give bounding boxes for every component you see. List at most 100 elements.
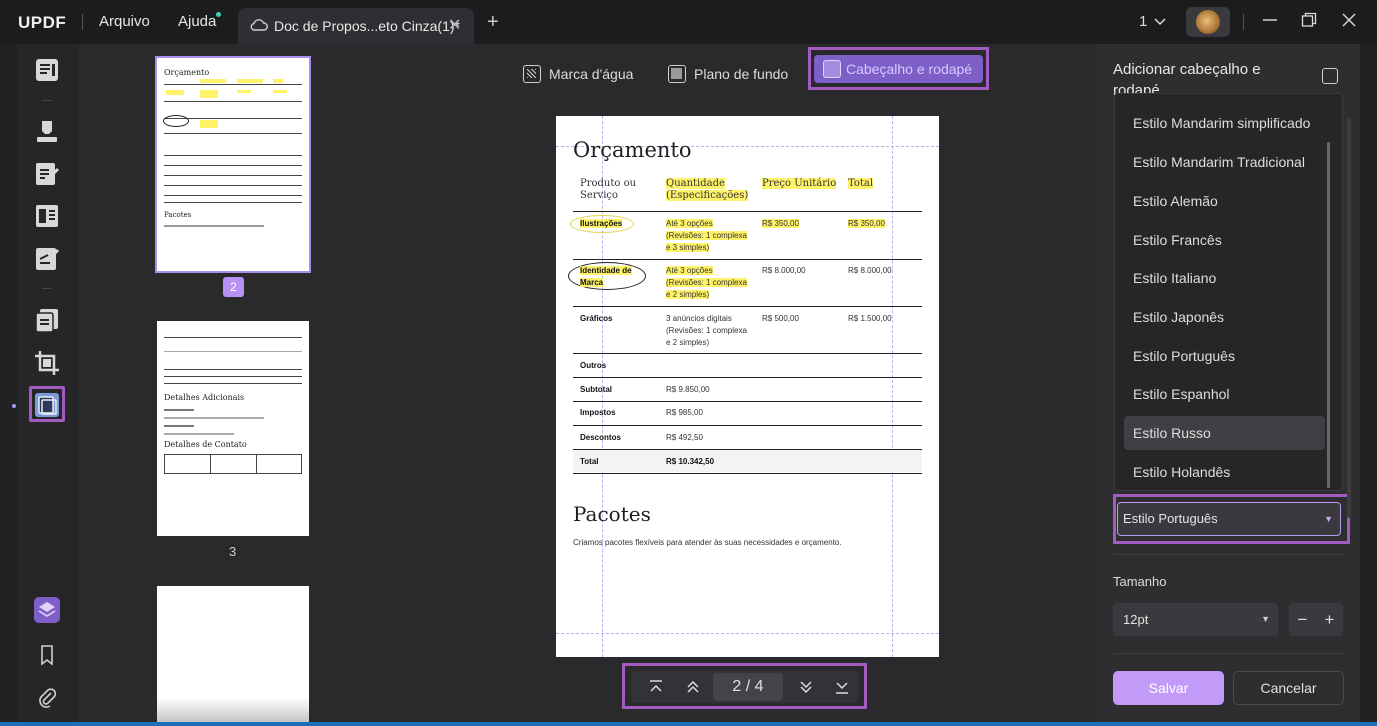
dropdown-option[interactable]: Estilo Mandarim simplificado: [1115, 106, 1329, 140]
next-page-icon[interactable]: [795, 677, 817, 697]
minimize-icon[interactable]: [1262, 12, 1278, 33]
first-page-icon[interactable]: [645, 677, 667, 697]
page-thumbnail-2[interactable]: Orçamento Pacotes: [155, 56, 311, 273]
table-cell: Gráficos: [580, 314, 613, 323]
thumb3-heading: Detalhes Adicionais: [164, 393, 245, 402]
caret-down-icon: ▼: [1324, 514, 1333, 524]
layers-icon[interactable]: [33, 596, 61, 624]
dropdown-option[interactable]: Estilo Português: [1115, 339, 1329, 373]
restore-icon[interactable]: [1301, 12, 1317, 33]
cloud-icon: [250, 17, 268, 38]
table-cell: R$ 1.500,00: [848, 314, 892, 323]
panel-scrollbar[interactable]: [1347, 118, 1351, 518]
page-tools-icon[interactable]: [33, 391, 61, 419]
last-page-icon[interactable]: [831, 677, 853, 697]
page-thumbnail-3[interactable]: Detalhes Adicionais Detalhes de Contato: [157, 321, 309, 536]
dropdown-scrollbar[interactable]: [1327, 142, 1330, 488]
watermark-icon: [523, 65, 541, 83]
style-dropdown-list: Estilo Mandarim simplificado Estilo Mand…: [1114, 93, 1343, 491]
page-separator: /: [745, 678, 751, 695]
sign-icon[interactable]: [33, 245, 61, 273]
save-button[interactable]: Salvar: [1113, 671, 1224, 705]
notification-dot: [216, 12, 221, 17]
tab-title: Doc de Propos...eto Cinza(1)*: [274, 18, 460, 34]
table-cell: Até 3 opções (Revisões: 1 complexa e 3 sim…: [666, 219, 747, 252]
increase-size-button[interactable]: +: [1316, 603, 1343, 636]
current-page-badge: 2: [223, 277, 244, 297]
reader-icon[interactable]: [33, 56, 61, 84]
table-divider: [573, 377, 922, 378]
divider: [82, 14, 83, 30]
summary-value: R$ 9.850,00: [666, 385, 710, 394]
previous-page-icon[interactable]: [682, 677, 704, 697]
close-tab-icon[interactable]: ✕: [448, 15, 461, 35]
current-page-number: 2: [732, 678, 742, 695]
thumb-subtitle: Pacotes: [164, 211, 192, 219]
size-stepper: − +: [1289, 603, 1343, 636]
summary-label: Impostos: [580, 408, 616, 417]
page-selector[interactable]: 1: [1139, 13, 1147, 30]
summary-value: R$ 492,50: [666, 433, 703, 442]
size-select[interactable]: 12pt ▼: [1113, 603, 1278, 636]
table-divider: [573, 425, 922, 426]
header-footer-label: Cabeçalho e rodapé: [846, 61, 973, 77]
highlighter-icon[interactable]: [33, 117, 61, 145]
menu-arquivo[interactable]: Arquivo: [99, 13, 150, 30]
chevron-down-icon[interactable]: [1154, 14, 1166, 32]
organize-pages-icon[interactable]: [33, 306, 61, 334]
close-window-icon[interactable]: [1341, 12, 1357, 33]
header-total: Total: [848, 178, 874, 189]
watermark-button[interactable]: Marca d'água: [523, 60, 633, 88]
summary-label: Outros: [580, 361, 607, 370]
divider: [1113, 653, 1344, 654]
active-indicator-dot: [12, 404, 16, 408]
dropdown-option[interactable]: Estilo Francês: [1115, 223, 1329, 257]
divider: [42, 100, 52, 101]
crop-icon[interactable]: [33, 349, 61, 377]
dropdown-option[interactable]: Estilo Japonês: [1115, 300, 1329, 334]
table-divider: [573, 259, 922, 260]
dropdown-option[interactable]: Estilo Holandês: [1115, 455, 1329, 489]
dropdown-option[interactable]: Estilo Espanhol: [1115, 377, 1329, 411]
edit-pdf-icon[interactable]: [33, 160, 61, 188]
header-quantity: Quantidade (Especificações): [666, 178, 749, 201]
table-cell: R$ 8.000,00: [762, 266, 806, 275]
section-text: Criamos pacotes flexíveis para atender à…: [573, 538, 842, 547]
table-cell: R$ 500,00: [762, 314, 799, 323]
background-button[interactable]: Plano de fundo: [668, 60, 788, 88]
form-icon[interactable]: [33, 202, 61, 230]
header-footer-button[interactable]: Cabeçalho e rodapé: [814, 55, 983, 83]
background-icon: [668, 65, 686, 83]
attachment-icon[interactable]: [33, 684, 61, 712]
document-tab[interactable]: Doc de Propos...eto Cinza(1)* ✕: [238, 8, 474, 44]
decrease-size-button[interactable]: −: [1289, 603, 1316, 636]
dropdown-option[interactable]: Estilo Alemão: [1115, 184, 1329, 218]
dropdown-option[interactable]: Estilo Mandarim Tradicional: [1115, 145, 1329, 179]
divider: [42, 288, 52, 289]
style-select[interactable]: Estilo Português ▼: [1117, 502, 1341, 536]
avatar[interactable]: [1186, 7, 1230, 37]
header-footer-panel: Adicionar cabeçalho e rodapé Estilo Mand…: [1096, 44, 1360, 726]
table-cell: R$ 8.000,00: [848, 266, 892, 275]
watermark-label: Marca d'água: [549, 66, 634, 82]
size-value: 12pt: [1123, 612, 1149, 627]
expand-panel-icon[interactable]: [1322, 68, 1338, 84]
bookmark-icon[interactable]: [33, 641, 61, 669]
table-divider: [573, 306, 922, 307]
page-indicator[interactable]: 2 / 4: [713, 673, 783, 701]
menu-ajuda[interactable]: Ajuda: [178, 13, 216, 30]
header-unit-price: Preço Unitário: [762, 178, 837, 189]
dropdown-option-hovered[interactable]: Estilo Russo: [1124, 416, 1325, 450]
table-cell: Ilustrações: [580, 219, 623, 228]
new-tab-icon[interactable]: +: [487, 11, 499, 34]
title-bar: UPDF Arquivo Ajuda Doc de Propos...eto C…: [0, 0, 1377, 44]
page-thumbnail-4[interactable]: [157, 586, 309, 726]
table-cell: R$ 350,00: [848, 219, 885, 228]
table-divider: [573, 211, 922, 212]
dropdown-option[interactable]: Estilo Italiano: [1115, 261, 1329, 295]
cancel-button[interactable]: Cancelar: [1233, 671, 1344, 705]
header-product: Produto ou Serviço: [580, 178, 637, 201]
background-label: Plano de fundo: [694, 66, 789, 82]
document-page[interactable]: Orçamento Produto ou Serviço Quantidade …: [556, 116, 939, 657]
summary-label: Descontos: [580, 433, 621, 442]
